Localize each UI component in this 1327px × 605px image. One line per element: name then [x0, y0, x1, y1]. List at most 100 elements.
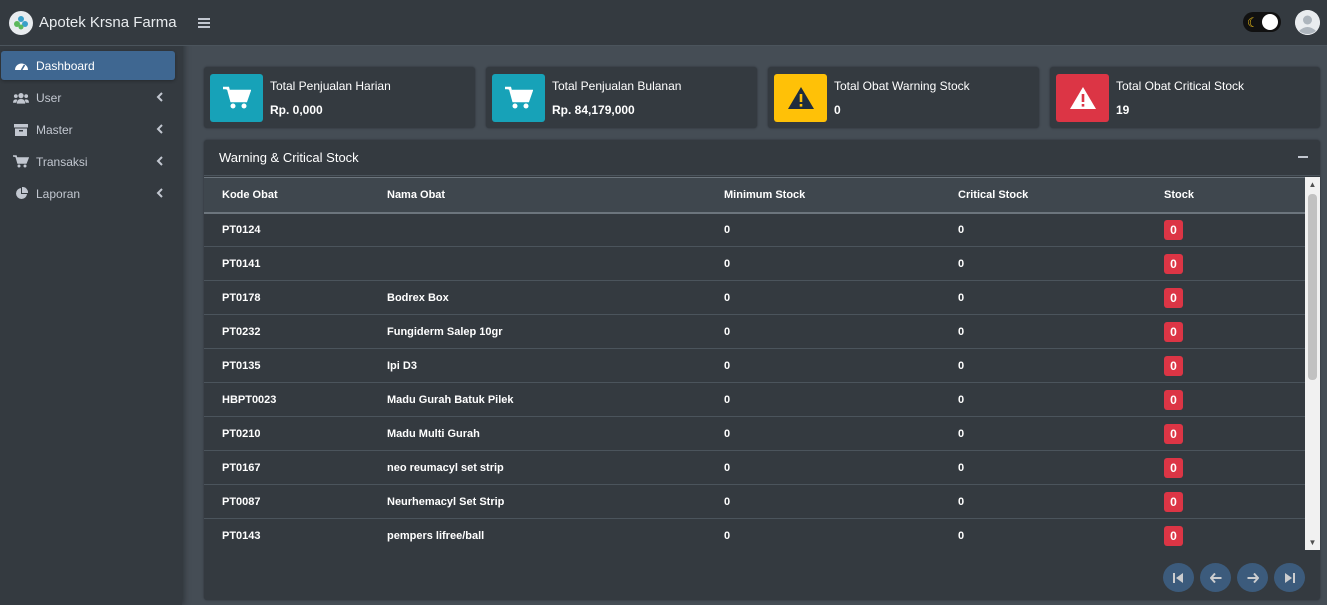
table-row[interactable]: PT0124 0 0 0 — [204, 212, 1305, 247]
critical-stock-cell: 0 — [958, 212, 1164, 247]
nama-obat-cell: Bodrex Box — [387, 280, 724, 315]
column-header[interactable]: Stock — [1164, 177, 1305, 214]
table-row[interactable]: PT0178 Bodrex Box 0 0 0 — [204, 280, 1305, 315]
table-row[interactable]: PT0141 0 0 0 — [204, 246, 1305, 281]
kode-obat-cell: PT0124 — [204, 212, 387, 247]
critical-stock-cell: 0 — [958, 348, 1164, 383]
info-box-number: Rp. 84,179,000 — [552, 102, 635, 117]
sidebar-item-label: Laporan — [36, 186, 81, 201]
info-box-text: Total Obat Critical Stock — [1116, 78, 1245, 93]
info-box-text: Total Penjualan Bulanan — [552, 78, 682, 93]
sidebar-item-label: Master — [36, 122, 73, 137]
stock-cell: 0 — [1164, 416, 1305, 451]
nama-obat-cell — [387, 246, 724, 281]
kode-obat-cell: PT0232 — [204, 314, 387, 349]
stock-badge: 0 — [1164, 321, 1183, 342]
info-box-number: 0 — [834, 102, 841, 117]
chevron-left-icon — [156, 91, 163, 105]
minimum-stock-cell: 0 — [724, 212, 958, 247]
stock-cell: 0 — [1164, 348, 1305, 383]
scroll-up-arrow-icon[interactable]: ▲ — [1305, 177, 1320, 192]
kode-obat-cell: PT0141 — [204, 246, 387, 281]
stock-cell: 0 — [1164, 382, 1305, 417]
toggle-knob — [1262, 14, 1278, 30]
archive-icon — [13, 123, 29, 137]
sidebar-item-laporan[interactable]: Laporan — [1, 179, 175, 208]
minimum-stock-cell: 0 — [724, 246, 958, 281]
stock-card: Warning & Critical Stock Kode Obat Nama … — [204, 140, 1320, 600]
table-row[interactable]: PT0143 pempers lifree/ball 0 0 0 — [204, 518, 1305, 550]
next-page-button[interactable] — [1237, 563, 1268, 592]
pagination — [1163, 563, 1305, 592]
minimum-stock-cell: 0 — [724, 518, 958, 550]
sidebar-item-dashboard[interactable]: Dashboard — [1, 51, 175, 80]
kode-obat-cell: HBPT0023 — [204, 382, 387, 417]
critical-stock-cell: 0 — [958, 314, 1164, 349]
sidebar-item-user[interactable]: User — [1, 83, 175, 112]
stock-cell: 0 — [1164, 314, 1305, 349]
table-row[interactable]: PT0232 Fungiderm Salep 10gr 0 0 0 — [204, 314, 1305, 349]
critical-stock-cell: 0 — [958, 280, 1164, 315]
sidebar-item-transaksi[interactable]: Transaksi — [1, 147, 175, 176]
users-icon — [13, 91, 29, 105]
theme-toggle[interactable]: ☾ — [1243, 12, 1281, 32]
sidebar: Apotek Krsna Farma Dashboard User Master — [0, 0, 182, 605]
column-header[interactable]: Nama Obat — [387, 177, 724, 214]
chevron-left-icon — [156, 123, 163, 137]
stock-badge: 0 — [1164, 253, 1183, 274]
warning-icon — [774, 73, 827, 122]
minimum-stock-cell: 0 — [724, 280, 958, 315]
previous-page-button[interactable] — [1200, 563, 1231, 592]
chevron-left-icon — [156, 155, 163, 169]
last-page-icon — [1285, 572, 1295, 583]
table-row[interactable]: PT0210 Madu Multi Gurah 0 0 0 — [204, 416, 1305, 451]
stock-badge: 0 — [1164, 355, 1183, 376]
next-page-icon — [1247, 572, 1259, 583]
minimum-stock-cell: 0 — [724, 450, 958, 485]
info-box-number: 19 — [1116, 102, 1130, 117]
brand-link[interactable]: Apotek Krsna Farma — [0, 0, 182, 46]
table-row[interactable]: PT0167 neo reumacyl set strip 0 0 0 — [204, 450, 1305, 485]
info-box-critical-stock: Total Obat Critical Stock 19 — [1050, 67, 1320, 128]
previous-page-icon — [1209, 572, 1221, 583]
first-page-button[interactable] — [1163, 563, 1194, 592]
stock-badge: 0 — [1164, 389, 1183, 410]
sidebar-nav: Dashboard User Master Transaksi Laporan — [0, 46, 182, 208]
critical-stock-cell: 0 — [958, 484, 1164, 519]
chevron-left-icon — [156, 187, 163, 201]
scroll-thumb[interactable] — [1308, 194, 1317, 380]
column-header[interactable]: Minimum Stock — [724, 177, 958, 214]
scroll-down-arrow-icon[interactable]: ▼ — [1305, 535, 1320, 550]
column-header[interactable]: Critical Stock — [958, 177, 1164, 214]
stock-cell: 0 — [1164, 212, 1305, 247]
table-row[interactable]: PT0135 Ipi D3 0 0 0 — [204, 348, 1305, 383]
table-row[interactable]: PT0087 Neurhemacyl Set Strip 0 0 0 — [204, 484, 1305, 519]
stock-cell: 0 — [1164, 518, 1305, 550]
cart-icon — [13, 155, 29, 169]
nama-obat-cell — [387, 212, 724, 247]
nama-obat-cell: Fungiderm Salep 10gr — [387, 314, 724, 349]
stock-table: Kode Obat Nama Obat Minimum Stock Critic… — [204, 177, 1305, 550]
stock-cell: 0 — [1164, 450, 1305, 485]
sidebar-item-master[interactable]: Master — [1, 115, 175, 144]
stock-table-container[interactable]: Kode Obat Nama Obat Minimum Stock Critic… — [204, 177, 1305, 550]
user-avatar-icon[interactable] — [1295, 10, 1320, 35]
minimum-stock-cell: 0 — [724, 348, 958, 383]
bars-icon[interactable] — [198, 17, 210, 28]
minimum-stock-cell: 0 — [724, 314, 958, 349]
nama-obat-cell: Ipi D3 — [387, 348, 724, 383]
info-box-monthly-sales: Total Penjualan Bulanan Rp. 84,179,000 — [486, 67, 757, 128]
leaf-logo-icon — [9, 10, 33, 35]
column-header[interactable]: Kode Obat — [204, 177, 387, 214]
pie-chart-icon — [13, 187, 29, 201]
minus-icon[interactable] — [1298, 156, 1308, 158]
critical-stock-cell: 0 — [958, 382, 1164, 417]
card-header: Warning & Critical Stock — [204, 140, 1320, 176]
vertical-scrollbar[interactable]: ▲ ▼ — [1305, 177, 1320, 550]
kode-obat-cell: PT0087 — [204, 484, 387, 519]
last-page-button[interactable] — [1274, 563, 1305, 592]
stock-cell: 0 — [1164, 246, 1305, 281]
nama-obat-cell: neo reumacyl set strip — [387, 450, 724, 485]
cart-icon — [210, 73, 263, 122]
table-row[interactable]: HBPT0023 Madu Gurah Batuk Pilek 0 0 0 — [204, 382, 1305, 417]
